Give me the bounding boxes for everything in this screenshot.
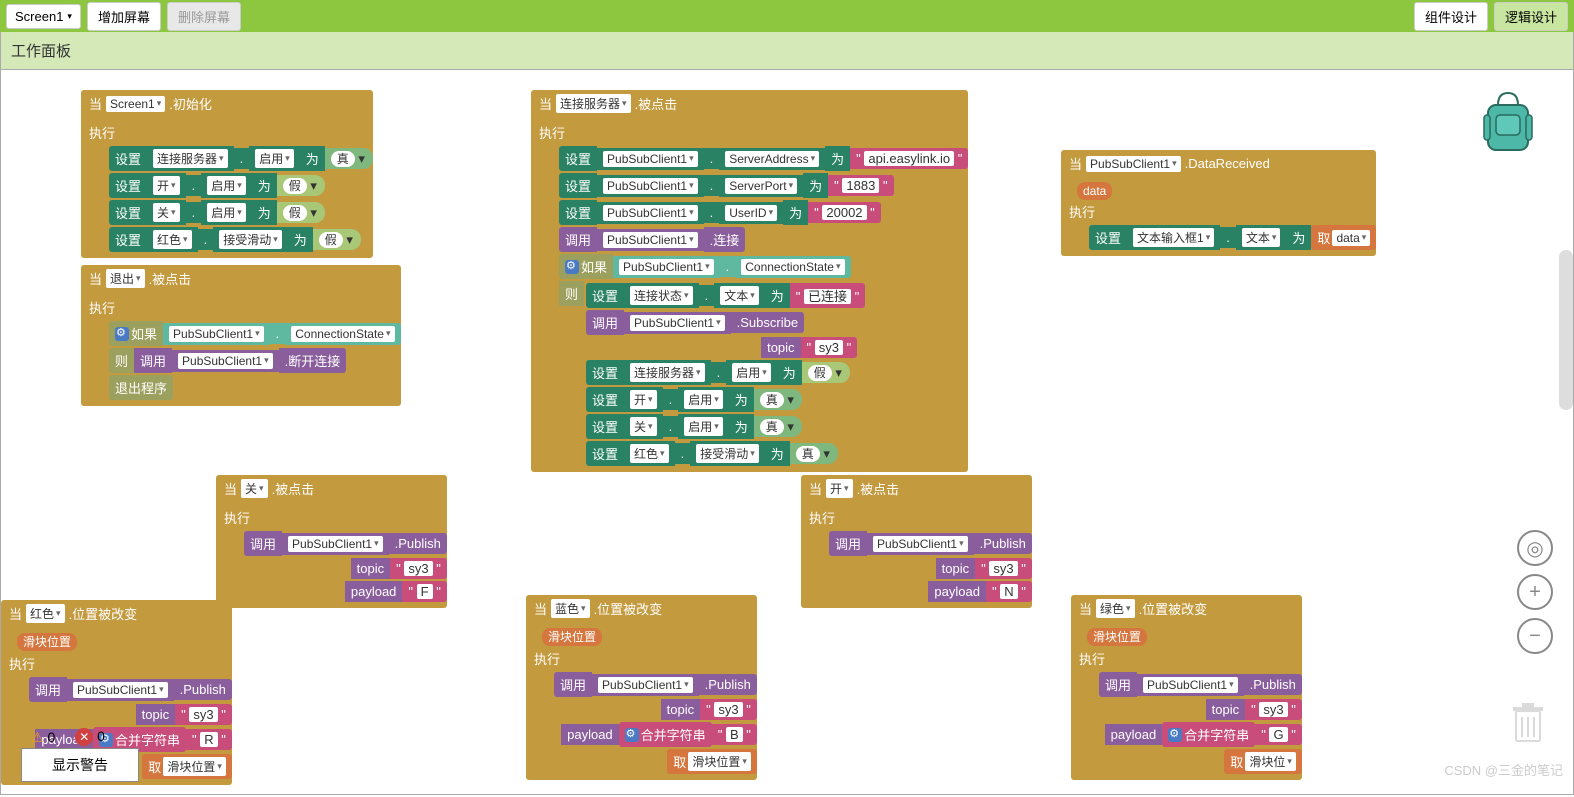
gear-icon[interactable]: [565, 260, 579, 274]
trash-icon[interactable]: [1508, 699, 1548, 744]
status-bar: ⚠ 0 ✕ 0: [31, 728, 105, 746]
block-connect-server[interactable]: 当 连接服务器 .被点击 执行 设置PubSubClient1.ServerAd…: [531, 90, 968, 472]
gear-icon[interactable]: [625, 728, 639, 742]
zoom-out-button[interactable]: −: [1517, 618, 1553, 654]
block-on-click[interactable]: 当 开 .被点击 执行 调用PubSubClient1.Publish topi…: [801, 475, 1032, 608]
warning-box[interactable]: 显示警告: [21, 748, 139, 782]
error-icon: ✕: [75, 728, 93, 746]
gear-icon[interactable]: [1168, 728, 1182, 742]
scrollbar[interactable]: [1559, 250, 1573, 410]
zoom-controls: ◎ + −: [1517, 530, 1553, 654]
backpack-icon[interactable]: [1478, 85, 1538, 155]
remove-screen-button[interactable]: 删除屏幕: [167, 2, 241, 31]
block-exit[interactable]: 当 退出 .被点击 执行 如果PubSubClient1.ConnectionS…: [81, 265, 401, 406]
component-dropdown[interactable]: Screen1: [106, 96, 165, 112]
screen-selector[interactable]: Screen1▾: [6, 4, 81, 29]
block-off-click[interactable]: 当 关 .被点击 执行 调用PubSubClient1.Publish topi…: [216, 475, 447, 608]
zoom-in-button[interactable]: +: [1517, 574, 1553, 610]
param-data: data: [1077, 182, 1112, 200]
warning-icon: ⚠: [31, 729, 44, 745]
component-design-button[interactable]: 组件设计: [1414, 2, 1488, 31]
block-data-received[interactable]: 当 PubSubClient1 .DataReceived data 执行 设置…: [1061, 150, 1376, 256]
gear-icon[interactable]: [115, 327, 129, 341]
add-screen-button[interactable]: 增加屏幕: [87, 2, 161, 31]
toolbar: Screen1▾ 增加屏幕 删除屏幕 组件设计 逻辑设计: [0, 0, 1574, 32]
block-screen-init[interactable]: 当 Screen1 .初始化 执行 设置连接服务器.启用为真 ▾ 设置开.启用为…: [81, 90, 373, 258]
watermark: CSDN @三金的笔记: [1444, 760, 1563, 779]
center-button[interactable]: ◎: [1517, 530, 1553, 566]
workspace[interactable]: 当 Screen1 .初始化 执行 设置连接服务器.启用为真 ▾ 设置开.启用为…: [0, 70, 1574, 795]
panel-header: 工作面板: [0, 32, 1574, 70]
logic-design-button[interactable]: 逻辑设计: [1494, 2, 1568, 31]
block-green-position[interactable]: 当 绿色 .位置被改变 滑块位置 执行 调用PubSubClient1.Publ…: [1071, 595, 1302, 780]
block-blue-position[interactable]: 当 蓝色 .位置被改变 滑块位置 执行 调用PubSubClient1.Publ…: [526, 595, 757, 780]
